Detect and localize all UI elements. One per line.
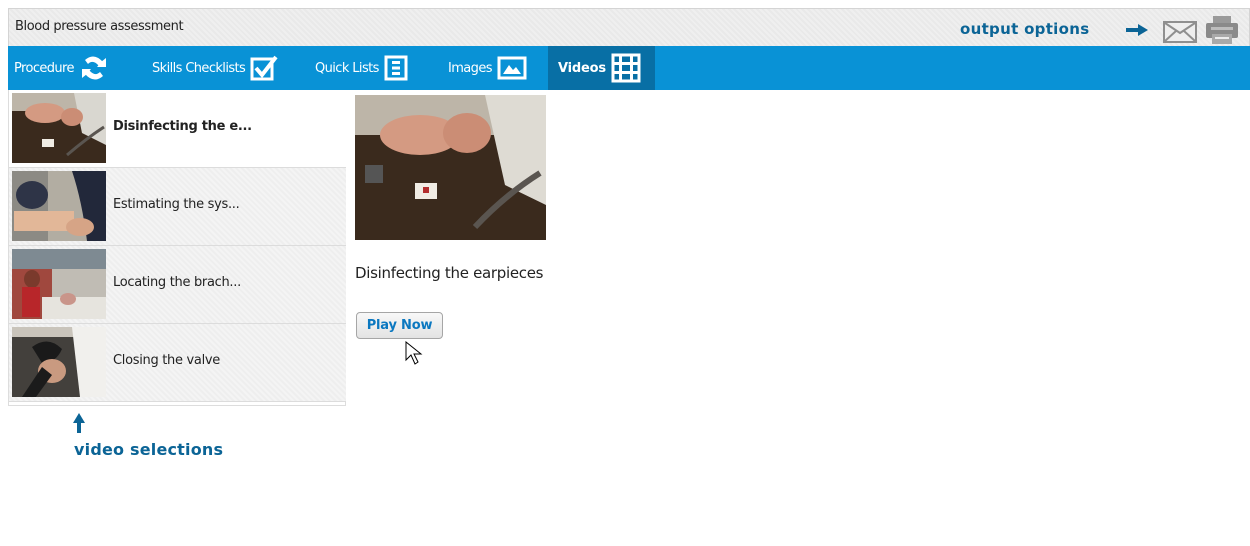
image-icon xyxy=(497,56,527,80)
output-options-label: output options xyxy=(960,20,1090,38)
tab-procedure-label: Procedure xyxy=(14,60,75,76)
video-preview-image[interactable] xyxy=(355,95,546,240)
video-list: Disinfecting the e... Estimating the sys… xyxy=(8,90,346,406)
video-thumbnail xyxy=(12,327,106,397)
film-strip-icon xyxy=(611,53,641,83)
video-title: Disinfecting the earpieces xyxy=(355,264,544,282)
video-thumbnail xyxy=(12,249,106,319)
video-item-label: Locating the brach... xyxy=(113,275,241,290)
video-item-estimating[interactable]: Estimating the sys... xyxy=(9,168,346,246)
tab-images-label: Images xyxy=(448,60,492,76)
tab-images[interactable]: Images xyxy=(448,46,527,90)
window-title: Blood pressure assessment xyxy=(15,19,184,34)
tab-quick-lists[interactable]: Quick Lists xyxy=(315,46,408,90)
video-item-label: Disinfecting the e... xyxy=(113,119,252,134)
tab-videos-label: Videos xyxy=(558,60,606,76)
tab-procedure[interactable]: Procedure xyxy=(14,46,109,90)
video-selections-caption: video selections xyxy=(74,440,224,459)
arrow-up-icon xyxy=(73,413,85,433)
tab-skills-checklists-label: Skills Checklists xyxy=(152,60,246,76)
video-thumbnail xyxy=(12,93,106,163)
arrow-right-icon xyxy=(1126,24,1148,36)
tab-videos[interactable]: Videos xyxy=(548,46,655,90)
video-item-closing-valve[interactable]: Closing the valve xyxy=(9,324,346,402)
play-now-button[interactable]: Play Now xyxy=(356,312,443,339)
video-item-disinfecting[interactable]: Disinfecting the e... xyxy=(9,90,346,168)
video-item-label: Estimating the sys... xyxy=(113,197,240,212)
tab-skills-checklists[interactable]: Skills Checklists xyxy=(152,46,278,90)
video-item-locating[interactable]: Locating the brach... xyxy=(9,246,346,324)
nav-bar: Procedure Skills Checklists Quick Lists xyxy=(8,46,1250,90)
tab-quick-lists-label: Quick Lists xyxy=(315,60,379,76)
title-bar: Blood pressure assessment output options xyxy=(8,8,1250,46)
video-thumbnail xyxy=(12,171,106,241)
checkbox-icon xyxy=(250,55,278,81)
email-icon[interactable] xyxy=(1163,21,1197,43)
video-item-label: Closing the valve xyxy=(113,353,220,368)
video-detail-panel: Disinfecting the earpieces Play Now xyxy=(355,95,855,385)
printer-icon[interactable] xyxy=(1205,15,1239,45)
mouse-cursor-icon xyxy=(405,341,423,365)
list-icon xyxy=(384,55,408,81)
procedure-swirl-icon xyxy=(81,56,106,80)
